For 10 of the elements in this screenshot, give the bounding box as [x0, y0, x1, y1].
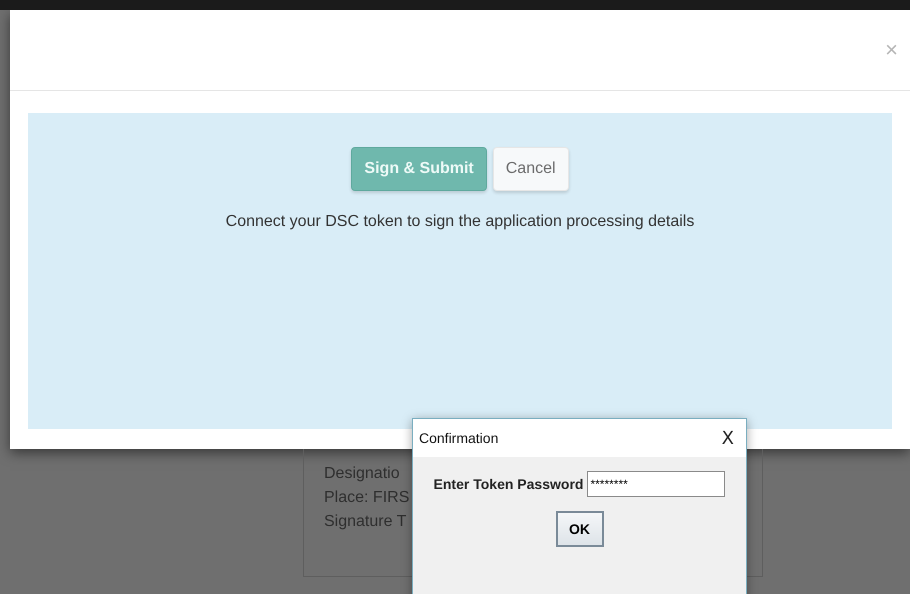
close-button[interactable]: X — [716, 426, 740, 450]
message-text: Connect your DSC token to sign the application processing details — [226, 213, 694, 231]
card-text: Designatio — [324, 465, 400, 483]
card-text: Signature T — [324, 513, 406, 531]
dialog-title: Confirmation — [419, 430, 498, 446]
cancel-button[interactable]: Cancel — [492, 147, 569, 191]
password-field[interactable]: ******** — [587, 471, 726, 497]
field-label: Enter Token Password — [434, 476, 584, 492]
ok-button[interactable]: OK — [556, 511, 604, 547]
card-text: Place: FIRS — [324, 489, 410, 507]
